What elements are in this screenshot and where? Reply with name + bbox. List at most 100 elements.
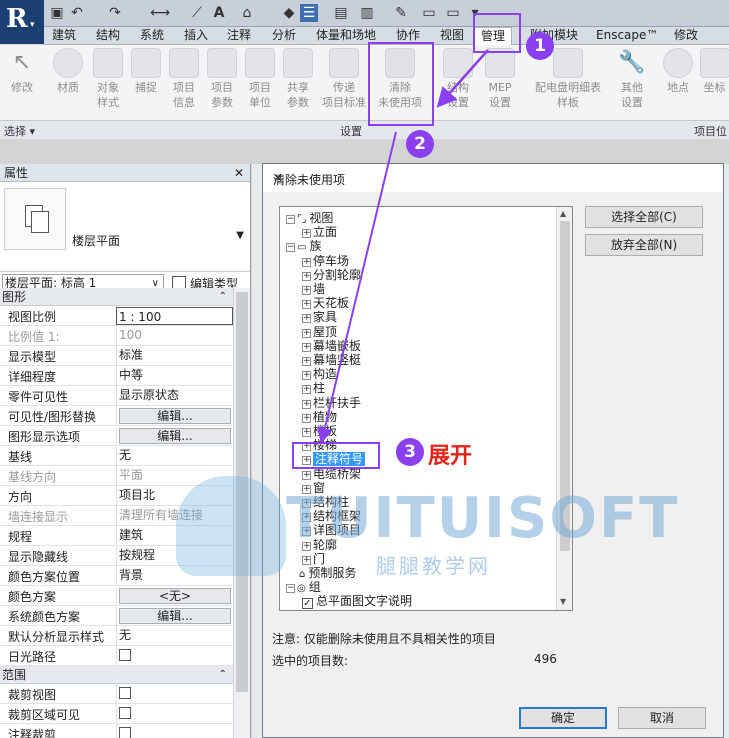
tree-node[interactable]: + 柱 xyxy=(302,381,325,395)
checkbox[interactable] xyxy=(119,707,131,719)
tab-modify[interactable]: 修改 xyxy=(674,27,698,45)
tree-node[interactable]: + 屋顶 xyxy=(302,325,337,339)
scroll-thumb[interactable] xyxy=(236,292,248,692)
properties-scrollbar[interactable] xyxy=(233,288,250,738)
tree-node[interactable]: + 轮廓 xyxy=(302,538,337,552)
property-value[interactable]: 建筑 xyxy=(116,526,233,546)
property-value[interactable] xyxy=(116,646,233,666)
property-value[interactable]: 显示原状态 xyxy=(116,386,233,406)
mep-settings-tool[interactable]: MEP 设置 xyxy=(480,48,520,110)
transfer-standards-tool[interactable]: 传递 项目标准 xyxy=(318,48,370,110)
checkbox[interactable] xyxy=(119,649,131,661)
expand-icon[interactable]: + xyxy=(302,399,311,409)
type-selector[interactable]: 楼层平面 ▼ xyxy=(0,182,250,272)
thin-lines-icon[interactable]: ☰ xyxy=(300,4,318,22)
tree-node[interactable]: + 墙 xyxy=(302,282,325,296)
tab-massing-site[interactable]: 体量和场地 xyxy=(316,27,376,45)
snaps-tool[interactable]: 捕捉 xyxy=(130,48,162,95)
undo-icon[interactable]: ↶ xyxy=(68,4,86,22)
tree-node[interactable]: 总平面图文字说明 xyxy=(302,594,412,610)
shared-parameters-tool[interactable]: 共享 参数 xyxy=(280,48,316,110)
dimension-icon[interactable]: ⟋ xyxy=(188,4,206,22)
expand-icon[interactable]: + xyxy=(302,314,311,324)
tab-insert[interactable]: 插入 xyxy=(184,27,208,45)
app-menu-button[interactable]: R ▾ xyxy=(0,0,44,44)
project-info-tool[interactable]: 项目 信息 xyxy=(166,48,202,110)
modify-tool[interactable]: ↖ 修改 xyxy=(4,48,40,95)
edit-button[interactable]: 编辑... xyxy=(119,408,231,424)
checkbox[interactable] xyxy=(119,727,131,738)
text-icon[interactable]: A xyxy=(210,4,228,22)
property-value[interactable]: 编辑... xyxy=(116,426,233,446)
expand-icon[interactable]: + xyxy=(302,342,311,352)
tab-architecture[interactable]: 建筑 xyxy=(52,27,76,45)
scroll-down-icon[interactable]: ▼ xyxy=(560,597,566,606)
open-icon[interactable]: ▣ xyxy=(48,4,66,22)
tab-structure[interactable]: 结构 xyxy=(96,27,120,45)
tree-node[interactable]: + 立面 xyxy=(302,225,337,239)
expand-icon[interactable]: + xyxy=(302,499,311,508)
deselect-all-button[interactable]: 放弃全部(N) xyxy=(585,234,703,256)
project-parameters-tool[interactable]: 项目 参数 xyxy=(204,48,240,110)
expand-icon[interactable]: + xyxy=(302,271,311,281)
tree-node[interactable]: − ◎ 组 xyxy=(286,580,321,594)
tab-enscape[interactable]: Enscape™ xyxy=(596,27,658,45)
tab-analyze[interactable]: 分析 xyxy=(272,27,296,45)
switch-windows-icon[interactable]: ▥ xyxy=(358,4,376,22)
property-value[interactable]: 1 : 100 xyxy=(116,307,233,325)
tree-node[interactable]: + 家具 xyxy=(302,310,337,324)
edit-button[interactable]: <无> xyxy=(119,588,231,604)
filter-icon[interactable]: ▭ xyxy=(444,4,462,22)
collapse-icon[interactable]: ⌃ xyxy=(219,288,227,306)
property-value[interactable] xyxy=(116,684,233,704)
collapse-icon[interactable]: − xyxy=(286,584,295,594)
tree-scrollbar[interactable]: ▲ ▼ xyxy=(556,207,572,610)
select-all-button[interactable]: 选择全部(C) xyxy=(585,206,703,228)
edit-button[interactable]: 编辑... xyxy=(119,428,231,444)
expand-icon[interactable]: + xyxy=(302,484,311,494)
scroll-up-icon[interactable]: ▲ xyxy=(560,209,566,218)
expand-icon[interactable]: + xyxy=(302,300,311,310)
tree-node[interactable]: + 植物 xyxy=(302,410,337,424)
3d-view-icon[interactable]: ⌂ xyxy=(238,4,256,22)
project-units-tool[interactable]: 项目 单位 xyxy=(242,48,278,110)
collapse-icon[interactable]: − xyxy=(286,243,295,253)
object-styles-tool[interactable]: 对象 样式 xyxy=(88,48,128,110)
collapse-icon[interactable]: − xyxy=(286,215,295,224)
expand-icon[interactable]: + xyxy=(302,470,311,480)
expand-icon[interactable]: + xyxy=(302,555,311,565)
structural-settings-tool[interactable]: 结构 设置 xyxy=(440,48,476,110)
property-value[interactable]: 编辑... xyxy=(116,606,233,626)
property-value[interactable]: 无 xyxy=(116,626,233,646)
property-value[interactable]: 标准 xyxy=(116,346,233,366)
tree-node[interactable]: + 结构框架 xyxy=(302,509,361,523)
expand-icon[interactable]: + xyxy=(302,286,311,295)
tree-node[interactable]: + 天花板 xyxy=(302,296,349,310)
collapse-icon[interactable]: ⌃ xyxy=(219,666,227,684)
tree-node[interactable]: + 幕墙嵌板 xyxy=(302,339,361,353)
tab-view[interactable]: 视图 xyxy=(440,27,464,45)
expand-icon[interactable]: + xyxy=(302,413,311,423)
select-panel-label[interactable]: 选择 ▾ xyxy=(4,123,35,139)
checkbox[interactable] xyxy=(119,687,131,699)
property-group-header[interactable]: 图形 ⌃ xyxy=(0,288,233,306)
tab-annotate[interactable]: 注释 xyxy=(227,27,251,45)
coordinates-tool[interactable]: 坐标 xyxy=(700,48,729,95)
expand-icon[interactable]: + xyxy=(302,357,311,366)
property-value[interactable]: <无> xyxy=(116,586,233,606)
expand-icon[interactable]: + xyxy=(302,371,311,381)
tree-node[interactable]: + 窗 xyxy=(302,481,325,495)
purge-tree[interactable]: − ⌜⌟ 视图 + 立面 − ▭ 族 + 停车场 + 分割轮廓 + 墙 + 天花板 + 家具 + 屋顶 + 幕墙嵌板 + 幕墙… xyxy=(279,206,573,611)
close-icon[interactable]: ✕ xyxy=(234,164,244,182)
property-value[interactable]: 中等 xyxy=(116,366,233,386)
property-value[interactable]: 背景 xyxy=(116,566,233,586)
location-tool[interactable]: 地点 xyxy=(660,48,696,95)
tree-node[interactable]: + 幕墙竖梃 xyxy=(302,353,361,367)
tree-node[interactable]: − ▭ 族 xyxy=(286,239,321,253)
tree-node[interactable]: + 分割轮廓 xyxy=(302,268,361,282)
cancel-button[interactable]: 取消 xyxy=(618,707,706,729)
tree-node[interactable]: + 栏杆扶手 xyxy=(302,396,361,410)
tab-systems[interactable]: 系统 xyxy=(140,27,164,45)
tag-icon[interactable]: ▭ xyxy=(420,4,438,22)
tree-node[interactable]: + 构造 xyxy=(302,367,337,381)
